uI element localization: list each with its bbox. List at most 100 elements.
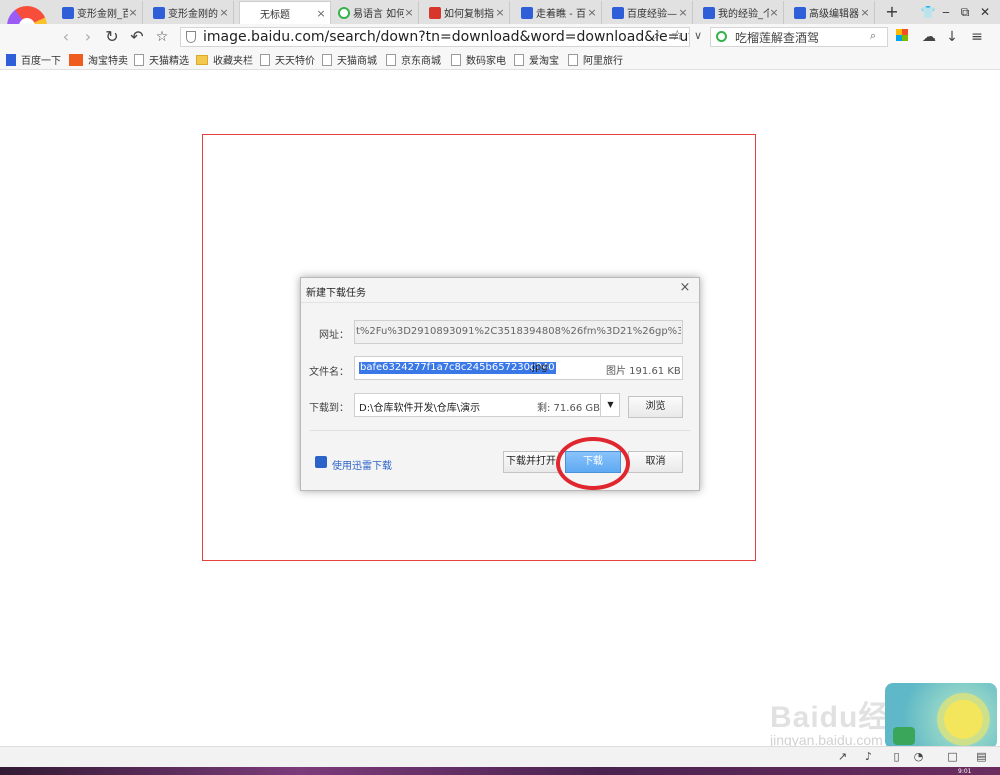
download-and-open-button[interactable]: 下载并打开	[503, 451, 559, 473]
page-icon	[514, 53, 524, 66]
bookmark-item[interactable]: 百度一下	[6, 52, 61, 67]
apps-grid-icon[interactable]	[896, 29, 908, 41]
refresh-badge-icon	[893, 727, 915, 745]
tab-title: 高级编辑器	[809, 9, 859, 20]
tab-item[interactable]: 高级编辑器 ×	[788, 1, 875, 24]
tab-item[interactable]: 变形金刚的 ×	[147, 1, 234, 24]
browse-button[interactable]: 浏览	[628, 396, 683, 418]
bookmark-label: 天猫商城	[337, 56, 377, 67]
bookmark-item[interactable]: 收藏夹栏	[196, 52, 253, 67]
dialog-divider	[310, 430, 690, 431]
save-path-value[interactable]: D:\仓库软件开发\仓库\演示	[359, 399, 480, 414]
tab-close-icon[interactable]: ×	[219, 6, 229, 19]
notification-icon[interactable]: ▤	[975, 750, 988, 763]
bookmark-item[interactable]: 天猫商城	[322, 52, 377, 67]
bookmark-item[interactable]: 爱淘宝	[514, 52, 559, 67]
undo-icon[interactable]: ↶	[126, 26, 148, 48]
tab-item[interactable]: 我的经验_个 ×	[697, 1, 784, 24]
free-space: 剩: 71.66 GB	[537, 403, 600, 414]
search-engine-icon[interactable]	[716, 31, 727, 42]
tab-close-icon[interactable]: ×	[316, 7, 326, 20]
bookmark-item[interactable]: 阿里旅行	[568, 52, 623, 67]
bookmark-label: 百度一下	[21, 56, 61, 67]
chevron-down-icon[interactable]: ∨	[694, 29, 702, 42]
cancel-button[interactable]: 取消	[628, 451, 683, 473]
use-thunder-link[interactable]: 使用迅雷下载	[332, 457, 392, 472]
filename-selected-text[interactable]: bafe6324277f1a7c8c245b657230c040	[359, 362, 556, 374]
tab-item[interactable]: 易语言 如何 ×	[332, 1, 419, 24]
bookmark-label: 天猫精选	[149, 56, 189, 67]
close-window-icon[interactable]: ✕	[975, 3, 995, 21]
menu-icon[interactable]: ≡	[966, 26, 988, 48]
search-placeholder[interactable]: 吃榴莲解查酒驾	[735, 29, 819, 46]
tab-close-icon[interactable]: ×	[128, 6, 138, 19]
cloud-icon[interactable]: ☁	[918, 26, 940, 48]
new-tab-button[interactable]: +	[882, 3, 902, 21]
security-shield-icon	[186, 31, 196, 43]
bookmark-item[interactable]: 天天特价	[260, 52, 315, 67]
taskbar	[0, 767, 1000, 775]
bookmark-item[interactable]: 京东商城	[386, 52, 441, 67]
back-icon[interactable]: ‹	[55, 26, 77, 48]
bookmark-label: 京东商城	[401, 56, 441, 67]
tab-item[interactable]: 变形金刚_百 ×	[56, 1, 143, 24]
tab-close-icon[interactable]: ×	[495, 6, 505, 19]
tab-close-icon[interactable]: ×	[769, 6, 779, 19]
address-bar[interactable]: image.baidu.com/search/down?tn=download&…	[180, 27, 690, 47]
window-icon[interactable]: □	[946, 750, 959, 763]
download-icon[interactable]: ↓	[941, 26, 963, 48]
highlight-circle	[556, 437, 630, 490]
tab-title: 如何复制指	[444, 9, 494, 20]
trash-icon[interactable]: ▯	[890, 750, 903, 763]
bookmark-label: 收藏夹栏	[213, 56, 253, 67]
tab-close-icon[interactable]: ×	[404, 6, 414, 19]
tab-close-icon[interactable]: ×	[587, 6, 597, 19]
forward-icon[interactable]: ›	[77, 26, 99, 48]
tab-title: 无标题	[260, 9, 290, 21]
paw-icon	[6, 53, 16, 66]
bookmark-item[interactable]: 数码家电	[451, 52, 506, 67]
bookmark-item[interactable]: 淘宝特卖	[69, 52, 128, 67]
filename-extension[interactable]: .jpg	[529, 362, 548, 374]
green-ring-icon	[338, 6, 350, 19]
dialog-divider	[301, 302, 699, 303]
volume-icon[interactable]: ◔	[912, 750, 925, 763]
tab-close-icon[interactable]: ×	[678, 6, 688, 19]
page-icon	[322, 53, 332, 66]
lightning-icon[interactable]: ⚡	[653, 29, 661, 42]
tab-item[interactable]: 如何复制指 ×	[423, 1, 510, 24]
tab-title: 变形金刚_百	[77, 9, 128, 20]
tab-item[interactable]: 百度经验— ×	[606, 1, 693, 24]
restore-icon[interactable]: ⧉	[955, 3, 975, 21]
file-size: 图片 191.61 KB	[606, 366, 681, 377]
bookmark-label: 爱淘宝	[529, 56, 559, 67]
tab-close-icon[interactable]: ×	[860, 6, 870, 19]
paw-icon	[703, 6, 715, 19]
page-icon	[134, 53, 144, 66]
tab-title: 我的经验_个	[718, 9, 769, 20]
bookmark-label: 数码家电	[466, 56, 506, 67]
refresh-icon[interactable]: ↻	[101, 26, 123, 48]
tab-title: 走着瞧 - 百	[536, 9, 586, 20]
filename-label: 文件名：	[309, 367, 349, 378]
folder-icon	[196, 54, 208, 65]
page-icon	[260, 53, 270, 66]
chevron-down-icon[interactable]: ▼	[600, 394, 620, 416]
tab-title: 易语言 如何	[353, 9, 404, 20]
search-icon[interactable]: ⌕	[870, 29, 876, 43]
skin-icon[interactable]: 👕	[918, 3, 938, 21]
tab-item-active[interactable]: 无标题 ×	[239, 1, 331, 24]
bookmark-item[interactable]: 天猫精选	[134, 52, 189, 67]
speaker-icon[interactable]: ♪	[862, 750, 875, 763]
url-label: 网址：	[319, 330, 349, 341]
address-text[interactable]: image.baidu.com/search/down?tn=download&…	[203, 29, 689, 45]
dialog-close-icon[interactable]: ×	[678, 281, 692, 295]
favorite-star-icon[interactable]: ☆	[151, 26, 173, 48]
paw-icon	[612, 6, 624, 19]
bookmark-star-icon[interactable]: ☆	[671, 28, 684, 44]
minimize-icon[interactable]: ‒	[936, 3, 956, 21]
tab-item[interactable]: 走着瞧 - 百 ×	[515, 1, 602, 24]
red-box-icon	[429, 6, 441, 19]
thunder-icon[interactable]	[315, 456, 327, 468]
pin-icon[interactable]: ↗	[836, 750, 849, 763]
